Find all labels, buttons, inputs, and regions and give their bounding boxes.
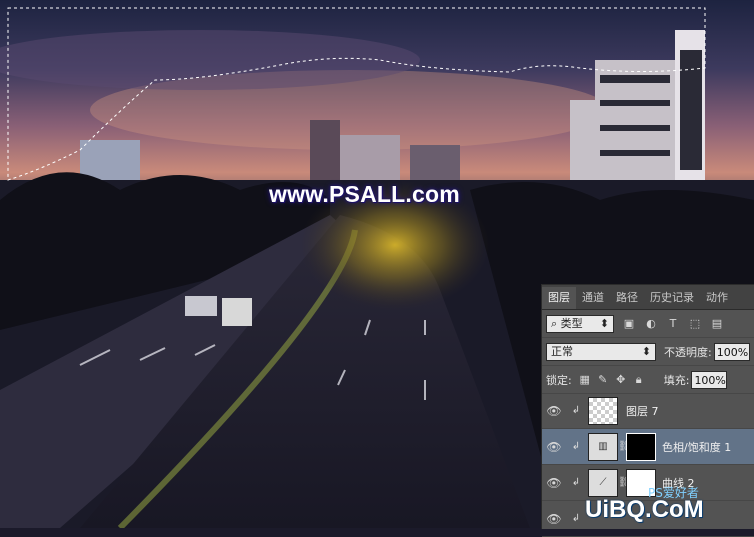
- clip-arrow-icon: ↲: [571, 441, 581, 452]
- lock-position-icon[interactable]: ✥: [614, 373, 628, 387]
- adjustment-icon[interactable]: ◐: [644, 317, 658, 331]
- adjustment-layer-icon: ▥: [588, 432, 618, 461]
- layer-row[interactable]: 👁︎ ↲ ▥ ⛓ 色相/饱和度 1: [542, 429, 754, 465]
- lock-label: 锁定:: [546, 373, 572, 387]
- eye-icon[interactable]: 👁︎: [542, 440, 566, 454]
- tab-paths[interactable]: 路径: [610, 287, 644, 309]
- eye-icon[interactable]: 👁︎: [542, 404, 566, 418]
- smart-object-icon[interactable]: ▤: [710, 317, 724, 331]
- fill-input[interactable]: 100%: [691, 370, 728, 389]
- blend-mode-value: 正常: [551, 344, 573, 358]
- tab-layers[interactable]: 图层: [542, 287, 576, 309]
- layer-mask-thumbnail: [626, 432, 656, 461]
- lock-transparent-icon[interactable]: ▦: [578, 373, 592, 387]
- blend-row: 正常 ⬍ 不透明度: 100%: [542, 338, 754, 366]
- chevron-updown-icon: ⬍: [641, 344, 651, 358]
- layer-row[interactable]: 👁︎ ↲ 图层 7: [542, 393, 754, 429]
- filter-kind-select[interactable]: ⌕ 类型 ⬍: [546, 314, 614, 333]
- eye-icon[interactable]: 👁︎: [542, 476, 566, 490]
- layer-name: 色相/饱和度 1: [662, 440, 732, 454]
- tab-history[interactable]: 历史记录: [644, 287, 700, 309]
- image-icon[interactable]: ▣: [622, 317, 636, 331]
- search-icon: ⌕: [551, 316, 558, 330]
- clip-arrow-icon: ↲: [571, 405, 581, 416]
- layer-thumbnail: [588, 396, 618, 425]
- tab-channels[interactable]: 通道: [576, 287, 610, 309]
- clip-arrow-icon: ↲: [571, 513, 581, 524]
- clip-arrow-icon: ↲: [571, 477, 581, 488]
- lock-row: 锁定: ▦ ✎ ✥ 🔒︎ 填充: 100%: [542, 366, 754, 394]
- watermark-text: www.PSALL.com: [269, 181, 460, 207]
- filter-kind-label: 类型: [560, 316, 583, 330]
- opacity-label: 不透明度:: [664, 345, 712, 359]
- blend-mode-select[interactable]: 正常 ⬍: [546, 342, 656, 361]
- fill-label: 填充:: [663, 373, 690, 387]
- opacity-input[interactable]: 100%: [713, 342, 750, 361]
- filter-row: ⌕ 类型 ⬍ ▣ ◐ T ⬚ ▤: [542, 310, 754, 338]
- layer-name: 图层 7: [626, 404, 659, 418]
- link-chain-icon: ⛓: [618, 477, 631, 488]
- lock-all-icon[interactable]: 🔒︎: [632, 373, 646, 387]
- eye-icon[interactable]: 👁︎: [542, 512, 566, 526]
- chevron-updown-icon: ⬍: [599, 316, 609, 330]
- lock-brush-icon[interactable]: ✎: [596, 373, 610, 387]
- type-icon[interactable]: T: [666, 317, 680, 331]
- curves-icon: ⟋: [588, 468, 618, 497]
- tab-actions[interactable]: 动作: [700, 287, 734, 309]
- link-chain-icon: ⛓: [618, 441, 631, 452]
- shape-icon[interactable]: ⬚: [688, 317, 702, 331]
- site-logo: UiBQ.CoM: [585, 496, 704, 523]
- panel-tabs: 图层 通道 路径 历史记录 动作: [542, 285, 754, 310]
